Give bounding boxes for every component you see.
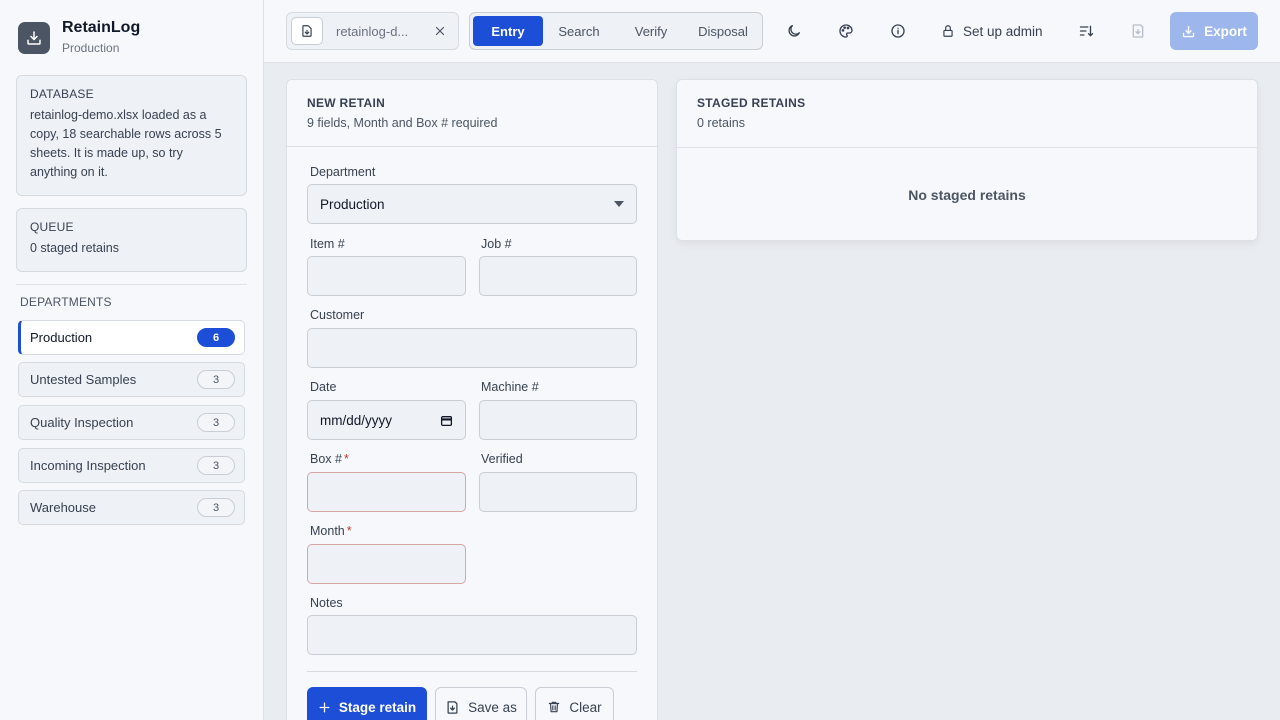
tab-disposal[interactable]: Disposal (687, 16, 759, 46)
department-label: Department (310, 165, 376, 179)
month-input[interactable] (307, 544, 466, 584)
save-icon[interactable] (1126, 19, 1150, 43)
queue-label: QUEUE (30, 220, 74, 234)
trash-icon (547, 700, 561, 714)
department-count-badge: 3 (197, 413, 235, 432)
palette-icon[interactable] (834, 19, 858, 43)
department-count-badge: 6 (197, 328, 235, 347)
clear-label: Clear (569, 699, 602, 715)
customer-label: Customer (310, 308, 365, 322)
brand: RetainLog Production (18, 18, 140, 56)
stage-retain-button[interactable]: Stage retain (307, 687, 427, 720)
download-icon (1181, 24, 1196, 39)
department-name: Incoming Inspection (30, 458, 146, 473)
sidebar: RetainLog Production DATABASE retainlog-… (0, 0, 264, 720)
box-number-input[interactable] (307, 472, 466, 512)
calendar-icon[interactable] (440, 414, 453, 427)
close-icon[interactable] (430, 25, 450, 37)
file-download-icon (291, 17, 323, 45)
clear-button[interactable]: Clear (535, 687, 614, 720)
sidebar-item-production[interactable]: Production 6 (18, 320, 245, 355)
required-mark: * (346, 524, 352, 538)
admin-label: Set up admin (963, 23, 1043, 39)
lock-icon (941, 23, 955, 39)
notes-input[interactable] (307, 615, 637, 655)
empty-state: No staged retains (908, 187, 1026, 203)
notes-label: Notes (310, 596, 343, 610)
staged-title: STAGED RETAINS (697, 96, 806, 110)
month-label: Month * (310, 524, 352, 538)
customer-input[interactable] (307, 328, 637, 368)
file-tab[interactable]: retainlog-d... (286, 12, 459, 50)
sort-icon[interactable] (1074, 19, 1098, 43)
export-label: Export (1204, 23, 1247, 39)
staged-retains-panel: STAGED RETAINS 0 retains No staged retai… (676, 79, 1258, 241)
department-select[interactable]: Production (307, 184, 637, 224)
plus-icon (318, 701, 331, 714)
moon-icon[interactable] (782, 19, 806, 43)
form-divider (307, 671, 637, 672)
sidebar-item-quality-inspection[interactable]: Quality Inspection 3 (18, 405, 245, 440)
department-name: Warehouse (30, 500, 96, 515)
department-count-badge: 3 (197, 370, 235, 389)
date-label: Date (310, 380, 337, 394)
date-placeholder: mm/dd/yyyy (320, 412, 393, 428)
department-value: Production (320, 196, 385, 212)
export-button[interactable]: Export (1170, 12, 1258, 50)
sidebar-item-untested-samples[interactable]: Untested Samples 3 (18, 362, 245, 397)
staged-count: 0 retains (697, 116, 745, 130)
queue-text: 0 staged retains (30, 241, 119, 255)
departments-label: DEPARTMENTS (20, 295, 112, 309)
set-up-admin-button[interactable]: Set up admin (941, 19, 1043, 43)
app-title: RetainLog (62, 19, 141, 36)
form-title: NEW RETAIN (307, 96, 386, 110)
info-icon[interactable] (886, 19, 910, 43)
machine-label: Machine # (481, 380, 539, 394)
box-label: Box # * (310, 452, 349, 466)
sidebar-item-incoming-inspection[interactable]: Incoming Inspection 3 (18, 448, 245, 483)
tab-verify[interactable]: Verify (615, 16, 687, 46)
form-subtitle: 9 fields, Month and Box # required (307, 116, 498, 130)
item-number-input[interactable] (307, 256, 466, 296)
department-name: Production (30, 330, 93, 345)
job-number-input[interactable] (479, 256, 637, 296)
database-card: DATABASE retainlog-demo.xlsx loaded as a… (16, 75, 247, 196)
sidebar-item-warehouse[interactable]: Warehouse 3 (18, 490, 245, 525)
save-as-button[interactable]: Save as (435, 687, 527, 720)
sidebar-divider (16, 284, 247, 285)
save-as-label: Save as (468, 699, 517, 715)
department-count-badge: 3 (197, 498, 235, 517)
database-label: DATABASE (30, 87, 94, 101)
department-count-badge: 3 (197, 456, 235, 475)
date-input[interactable]: mm/dd/yyyy (307, 400, 466, 440)
department-name: Quality Inspection (30, 415, 134, 430)
department-name: Untested Samples (30, 372, 137, 387)
app-subtitle: Production (62, 41, 120, 55)
verified-input[interactable] (479, 472, 637, 512)
item-label: Item # (310, 237, 345, 251)
mode-tabs: Entry Search Verify Disposal (469, 12, 763, 50)
database-text: retainlog-demo.xlsx loaded as a copy, 18… (30, 108, 222, 179)
job-label: Job # (481, 237, 512, 251)
verified-label: Verified (481, 452, 523, 466)
stage-retain-label: Stage retain (338, 699, 417, 715)
file-name: retainlog-d... (336, 23, 409, 39)
tab-search[interactable]: Search (543, 16, 615, 46)
machine-number-input[interactable] (479, 400, 637, 440)
top-bar: retainlog-d... Entry Search Verify Dispo… (264, 0, 1280, 63)
new-retain-panel: NEW RETAIN 9 fields, Month and Box # req… (286, 79, 658, 720)
tab-entry[interactable]: Entry (473, 16, 543, 46)
app-logo-icon (18, 22, 50, 54)
save-as-icon (445, 700, 460, 715)
caret-down-icon (614, 201, 624, 207)
queue-card: QUEUE 0 staged retains (16, 208, 247, 272)
required-mark: * (343, 452, 349, 466)
